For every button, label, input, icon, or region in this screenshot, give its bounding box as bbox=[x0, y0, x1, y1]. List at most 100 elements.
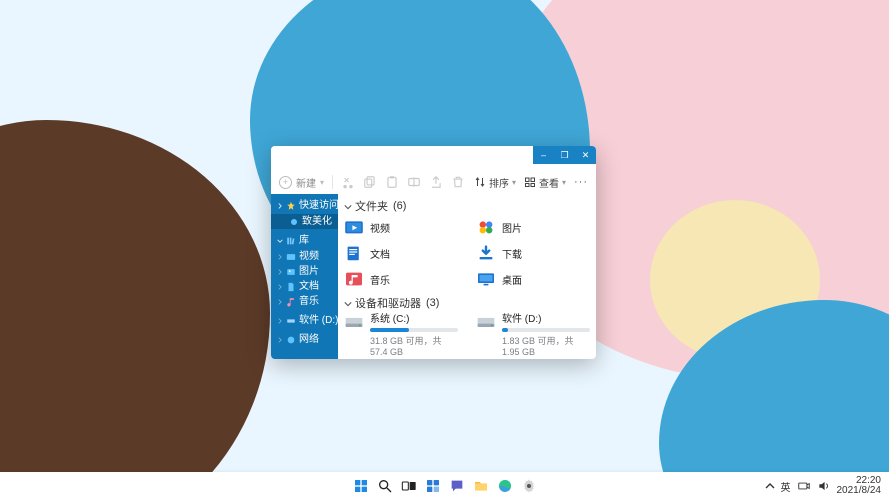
tray-overflow-button[interactable] bbox=[765, 481, 775, 491]
sidebar-item-label: 致美化 bbox=[302, 217, 332, 227]
hdd-icon bbox=[344, 314, 364, 330]
plus-icon: + bbox=[279, 176, 292, 189]
sort-icon bbox=[474, 176, 486, 188]
chevron-down-icon: ▾ bbox=[512, 178, 516, 187]
folders-section-header[interactable]: 文件夹 (6) bbox=[344, 198, 590, 214]
drive-item[interactable]: 软件 (D:)1.83 GB 可用，共 1.95 GB bbox=[476, 314, 590, 357]
folder-label: 视频 bbox=[370, 220, 390, 235]
clipboard-group bbox=[341, 175, 465, 189]
sidebar-item-pictures[interactable]: 图片 bbox=[271, 264, 338, 279]
widgets-button[interactable] bbox=[424, 477, 442, 495]
sidebar-library[interactable]: 库 bbox=[271, 233, 338, 249]
paste-icon[interactable] bbox=[385, 175, 399, 189]
file-explorer-window: – ❐ ✕ + 新建 ▾ 排序 bbox=[271, 146, 596, 359]
edge-button[interactable] bbox=[496, 477, 514, 495]
cut-icon[interactable] bbox=[341, 175, 355, 189]
sidebar-item-label: 文档 bbox=[299, 282, 319, 292]
capacity-bar bbox=[370, 328, 458, 332]
chevron-right-icon bbox=[277, 284, 283, 290]
sidebar-item-drive-d[interactable]: 软件 (D:) bbox=[271, 313, 338, 328]
desktop-folder-icon bbox=[476, 271, 496, 287]
sidebar-item-documents[interactable]: 文档 bbox=[271, 279, 338, 294]
titlebar[interactable]: – ❐ ✕ bbox=[271, 146, 596, 170]
copy-icon[interactable] bbox=[363, 175, 377, 189]
wallpaper-blob bbox=[0, 120, 270, 500]
folder-item[interactable]: 图片 bbox=[476, 217, 590, 237]
view-menu[interactable]: 查看 ▾ bbox=[524, 175, 566, 190]
desktop: – ❐ ✕ + 新建 ▾ 排序 bbox=[0, 0, 889, 500]
share-icon[interactable] bbox=[429, 175, 443, 189]
folder-item[interactable]: 下载 bbox=[476, 243, 590, 263]
close-button[interactable]: ✕ bbox=[575, 146, 596, 164]
delete-icon[interactable] bbox=[451, 175, 465, 189]
documents-folder-icon bbox=[344, 245, 364, 261]
sidebar-quick-access[interactable]: 快速访问 bbox=[271, 198, 338, 214]
new-menu[interactable]: + 新建 ▾ bbox=[279, 175, 324, 190]
drives-section-header[interactable]: 设备和驱动器 (3) bbox=[344, 295, 590, 311]
chevron-right-icon bbox=[277, 269, 283, 275]
section-title: 设备和驱动器 bbox=[355, 295, 421, 311]
search-button[interactable] bbox=[376, 477, 394, 495]
chat-button[interactable] bbox=[448, 477, 466, 495]
chevron-right-icon bbox=[277, 203, 283, 209]
sidebar-item-label: 软件 (D:) bbox=[299, 316, 338, 326]
sidebar-item-label: 库 bbox=[299, 236, 309, 246]
folder-item[interactable]: 桌面 bbox=[476, 269, 590, 289]
pictures-icon bbox=[286, 267, 296, 277]
sidebar-item-zhimeihua[interactable]: 致美化 bbox=[271, 214, 338, 229]
folder-item[interactable]: 音乐 bbox=[344, 269, 458, 289]
section-count: (3) bbox=[426, 297, 439, 309]
sidebar-item-label: 音乐 bbox=[299, 297, 319, 307]
view-icon bbox=[524, 176, 536, 188]
maximize-button[interactable]: ❐ bbox=[554, 146, 575, 164]
explorer-button[interactable] bbox=[472, 477, 490, 495]
folder-item[interactable]: 文档 bbox=[344, 243, 458, 263]
minimize-button[interactable]: – bbox=[533, 146, 554, 164]
settings-button[interactable] bbox=[520, 477, 538, 495]
content-pane: 文件夹 (6) 视频 图片文档 下载音乐 桌面 设备和驱动器 (3) 系统 (C:) 3… bbox=[338, 194, 596, 359]
video-folder-icon bbox=[344, 219, 364, 235]
taskview-button[interactable] bbox=[400, 477, 418, 495]
drive-name: 软件 (D:) bbox=[502, 314, 590, 326]
sort-menu[interactable]: 排序 ▾ bbox=[474, 175, 516, 190]
ime-indicator[interactable]: 英 bbox=[781, 479, 791, 494]
rename-icon[interactable] bbox=[407, 175, 421, 189]
system-tray: 英 22:20 2021/8/24 bbox=[765, 472, 882, 500]
folder-label: 音乐 bbox=[370, 272, 390, 287]
chevron-down-icon: ▾ bbox=[562, 178, 566, 187]
network-icon bbox=[286, 335, 296, 345]
sidebar-item-label: 视频 bbox=[299, 252, 319, 262]
chevron-down-icon bbox=[344, 299, 352, 307]
library-icon bbox=[286, 236, 296, 246]
more-menu[interactable]: ··· bbox=[574, 176, 588, 188]
dot-icon bbox=[289, 217, 299, 227]
drive-icon bbox=[286, 316, 296, 326]
clock-date: 2021/8/24 bbox=[837, 486, 882, 497]
drive-name: 系统 (C:) bbox=[370, 314, 458, 326]
section-count: (6) bbox=[393, 200, 406, 212]
start-button[interactable] bbox=[352, 477, 370, 495]
chevron-right-icon bbox=[277, 299, 283, 305]
capacity-bar bbox=[502, 328, 590, 332]
chevron-right-icon bbox=[277, 254, 283, 260]
chevron-right-icon bbox=[277, 318, 283, 324]
sidebar-item-network[interactable]: 网络 bbox=[271, 332, 338, 347]
sidebar-item-label: 网络 bbox=[299, 335, 319, 345]
network-tray-icon[interactable] bbox=[797, 479, 811, 493]
chevron-down-icon bbox=[344, 202, 352, 210]
sidebar-item-music[interactable]: 音乐 bbox=[271, 294, 338, 309]
toolbar: + 新建 ▾ 排序 ▾ 查看 bbox=[271, 170, 596, 194]
hdd-icon bbox=[476, 314, 496, 330]
drive-item[interactable]: 系统 (C:) 31.8 GB 可用，共 57.4 GB bbox=[344, 314, 458, 357]
folder-item[interactable]: 视频 bbox=[344, 217, 458, 237]
downloads-folder-icon bbox=[476, 245, 496, 261]
clock[interactable]: 22:20 2021/8/24 bbox=[837, 476, 882, 497]
drive-capacity-text: 31.8 GB 可用，共 57.4 GB bbox=[370, 334, 458, 357]
pictures-folder-icon bbox=[476, 219, 496, 235]
star-icon bbox=[286, 201, 296, 211]
folder-label: 下载 bbox=[502, 246, 522, 261]
sidebar-item-video[interactable]: 视频 bbox=[271, 249, 338, 264]
section-title: 文件夹 bbox=[355, 198, 388, 214]
taskbar: 英 22:20 2021/8/24 bbox=[0, 472, 889, 500]
volume-tray-icon[interactable] bbox=[817, 479, 831, 493]
